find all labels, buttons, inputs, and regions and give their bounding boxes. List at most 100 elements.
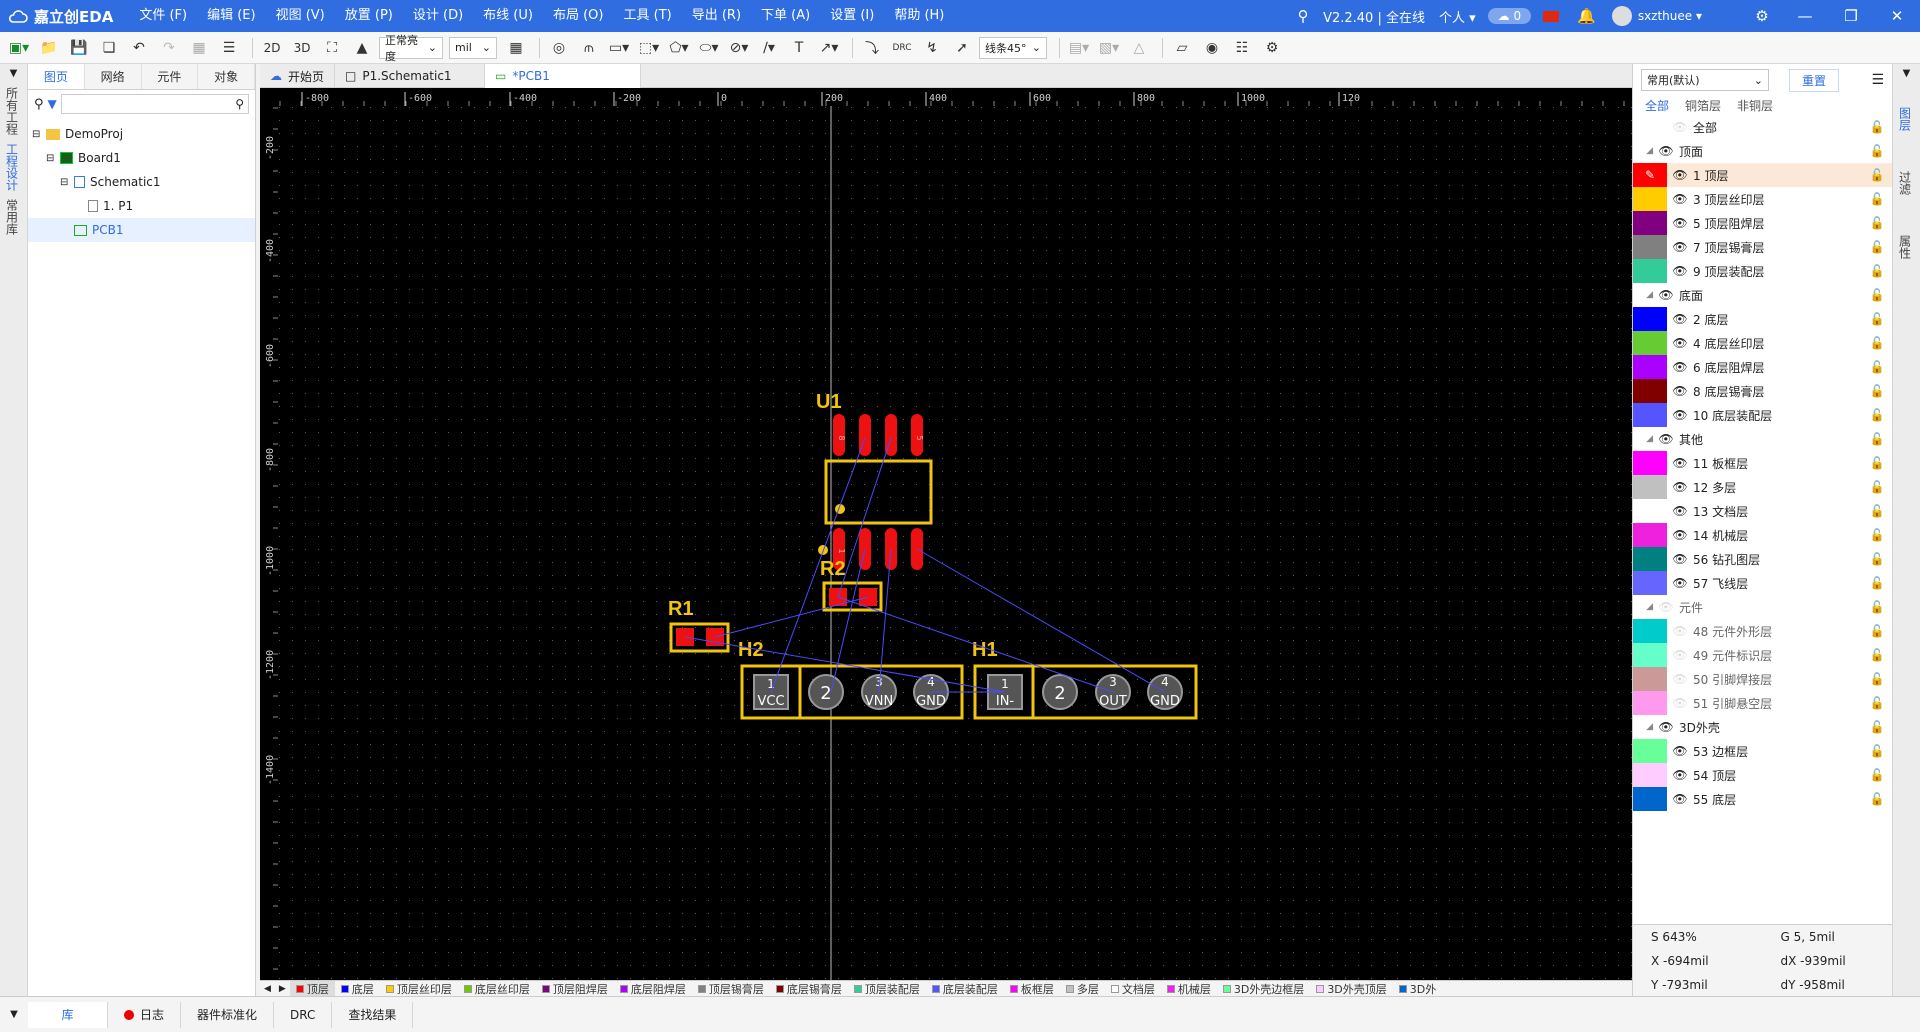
line-icon[interactable]: ∕▾ xyxy=(756,35,782,61)
layer-bar-item[interactable]: 3D外 xyxy=(1393,981,1442,996)
tab-components[interactable]: 元件 xyxy=(142,64,199,89)
layer-row[interactable]: 👁 8 底层锡膏层 🔓 xyxy=(1633,379,1892,403)
layer-row[interactable]: ◢ 👁 元件 🔓 xyxy=(1633,595,1892,619)
layer-row[interactable]: ◢ 👁 其他 🔓 xyxy=(1633,427,1892,451)
layer-color-swatch[interactable] xyxy=(1633,187,1667,211)
vtab-layers[interactable]: 图层 xyxy=(1898,107,1914,131)
layer-row[interactable]: ◢ 👁 底面 🔓 xyxy=(1633,283,1892,307)
menu-file[interactable]: 文件 (F) xyxy=(129,0,197,32)
layer-color-swatch[interactable] xyxy=(1633,523,1667,547)
layer-color-swatch[interactable] xyxy=(1633,547,1667,571)
layer-color-swatch[interactable] xyxy=(1633,259,1667,283)
settings-icon[interactable]: ⚙ xyxy=(1259,35,1285,61)
layer-color-swatch[interactable] xyxy=(1633,403,1667,427)
layer-row[interactable]: 👁 48 元件外形层 🔓 xyxy=(1633,619,1892,643)
layer-settings-icon[interactable]: ☰ xyxy=(1871,72,1884,88)
eye-icon[interactable]: 👁 xyxy=(1667,456,1693,470)
eye-icon[interactable]: 👁 xyxy=(1653,288,1679,302)
drc-button[interactable]: DRC xyxy=(889,35,915,61)
layer-bar-item[interactable]: 底层装配层 xyxy=(926,981,1004,996)
layer-row[interactable]: 👁 7 顶层锡膏层 🔓 xyxy=(1633,235,1892,259)
menu-edit[interactable]: 编辑 (E) xyxy=(197,0,266,32)
layer-color-swatch[interactable] xyxy=(1633,307,1667,331)
layer-bar-item[interactable]: 顶层 xyxy=(289,981,335,996)
menu-view[interactable]: 视图 (V) xyxy=(266,0,335,32)
pin-icon[interactable]: ▼ xyxy=(0,1009,28,1020)
vtab-common-library[interactable]: 常用库 xyxy=(5,199,21,235)
import-icon[interactable]: ⤵ xyxy=(859,35,885,61)
search-icon[interactable]: ⚲ xyxy=(1283,7,1323,25)
eye-icon[interactable]: 👁 xyxy=(1667,768,1693,782)
no-circle-icon[interactable]: ⊘▾ xyxy=(726,35,752,61)
dimension-icon[interactable]: ↗▾ xyxy=(816,35,842,61)
search-input[interactable]: ⚲ xyxy=(60,94,249,114)
layer-color-swatch[interactable] xyxy=(1633,115,1653,139)
bottom-tab-find-results[interactable]: 查找结果 xyxy=(332,1001,414,1028)
layer-color-swatch[interactable] xyxy=(1633,739,1667,763)
layer-color-swatch[interactable]: ◢ xyxy=(1633,595,1653,619)
layer-bar-item[interactable]: 文档层 xyxy=(1105,981,1161,996)
layer-color-swatch[interactable]: ◢ xyxy=(1633,283,1653,307)
layer-row[interactable]: 👁 50 引脚焊接层 🔓 xyxy=(1633,667,1892,691)
text-icon[interactable]: T xyxy=(786,35,812,61)
layer-bar-item[interactable]: 底层阻焊层 xyxy=(614,981,692,996)
lock-icon[interactable]: 🔓 xyxy=(1862,672,1892,686)
layer-color-swatch[interactable] xyxy=(1633,211,1667,235)
doc-tab-schematic[interactable]: □ P1.Schematic1 xyxy=(335,64,486,88)
menu-settings[interactable]: 设置 (I) xyxy=(820,0,884,32)
username-menu[interactable]: sxzthuee ▾ xyxy=(1638,9,1702,23)
eye-icon[interactable]: 👁 xyxy=(1667,744,1693,758)
tab-pages[interactable]: 图页 xyxy=(28,64,85,89)
layer-color-swatch[interactable] xyxy=(1633,235,1667,259)
flag-cn-icon[interactable] xyxy=(1543,10,1560,22)
lock-icon[interactable]: 🔓 xyxy=(1862,288,1892,302)
reset-button[interactable]: 重置 xyxy=(1789,68,1840,92)
bottom-tab-device-standardize[interactable]: 器件标准化 xyxy=(181,1001,275,1028)
autoroute-icon[interactable]: ➚ xyxy=(949,35,975,61)
eye-icon[interactable]: 👁 xyxy=(1667,576,1693,590)
tree-item-pcb[interactable]: PCB1 xyxy=(28,218,255,242)
layer-row[interactable]: 👁 57 飞线层 🔓 xyxy=(1633,571,1892,595)
lock-icon[interactable]: 🔓 xyxy=(1862,528,1892,542)
board-icon[interactable]: ▱ xyxy=(1169,35,1195,61)
layer-color-swatch[interactable]: ✎ xyxy=(1633,163,1667,187)
layer-bar-item[interactable]: 多层 xyxy=(1060,981,1105,996)
tree-item-project[interactable]: ⊟ DemoProj xyxy=(28,122,255,146)
undo-icon[interactable]: ↶ xyxy=(126,35,152,61)
layer-color-swatch[interactable] xyxy=(1633,667,1667,691)
camera-icon[interactable]: ◉ xyxy=(1199,35,1225,61)
layer-row[interactable]: 👁 3 顶层丝印层 🔓 xyxy=(1633,187,1892,211)
eye-icon[interactable]: 👁 xyxy=(1667,264,1693,278)
tree-item-page[interactable]: 1. P1 xyxy=(28,194,255,218)
lock-icon[interactable]: 🔓 xyxy=(1862,552,1892,566)
eye-icon[interactable]: 👁 xyxy=(1653,432,1679,446)
lock-icon[interactable]: 🔓 xyxy=(1862,576,1892,590)
pcb-drawing[interactable]: -800 -600 -400 -200 0 200 400 600 800 1000 120 -20… xyxy=(260,88,1632,980)
eye-icon[interactable]: 👁 xyxy=(1653,600,1679,614)
layer-row[interactable]: 👁 9 顶层装配层 🔓 xyxy=(1633,259,1892,283)
lock-icon[interactable]: 🔓 xyxy=(1862,720,1892,734)
layer-row[interactable]: 👁 49 元件标识层 🔓 xyxy=(1633,643,1892,667)
layer-color-swatch[interactable] xyxy=(1633,787,1667,811)
grid-icon[interactable]: ▦ xyxy=(503,35,529,61)
distribute-icon[interactable]: ▧▾ xyxy=(1096,35,1122,61)
eye-icon[interactable]: 👁 xyxy=(1667,120,1693,134)
eye-icon[interactable]: 👁 xyxy=(1667,312,1693,326)
layer-row[interactable]: 👁 51 引脚悬空层 🔓 xyxy=(1633,691,1892,715)
bom-icon[interactable]: ☷ xyxy=(1229,35,1255,61)
vtab-project-design[interactable]: 工程设计 xyxy=(5,143,21,191)
eye-icon[interactable]: 👁 xyxy=(1667,216,1693,230)
avatar[interactable] xyxy=(1611,6,1632,26)
layer-row[interactable]: 👁 54 顶层 🔓 xyxy=(1633,763,1892,787)
lock-icon[interactable]: 🔓 xyxy=(1862,768,1892,782)
brightness-select[interactable]: 正常亮度 ⌄ xyxy=(379,34,443,63)
layer-row[interactable]: 👁 56 钻孔图层 🔓 xyxy=(1633,547,1892,571)
layer-bar-item[interactable]: 3D外壳顶层 xyxy=(1310,981,1392,996)
menu-design[interactable]: 设计 (D) xyxy=(403,0,473,32)
layer-bar-item[interactable]: 顶层装配层 xyxy=(848,981,926,996)
layer-row[interactable]: 👁 2 底层 🔓 xyxy=(1633,307,1892,331)
collapse-icon[interactable]: ◢ xyxy=(1633,139,1653,163)
layer-bar-item[interactable]: 底层丝印层 xyxy=(458,981,536,996)
grid-snap-icon[interactable]: ▦ xyxy=(186,35,212,61)
redo-icon[interactable]: ↷ xyxy=(156,35,182,61)
